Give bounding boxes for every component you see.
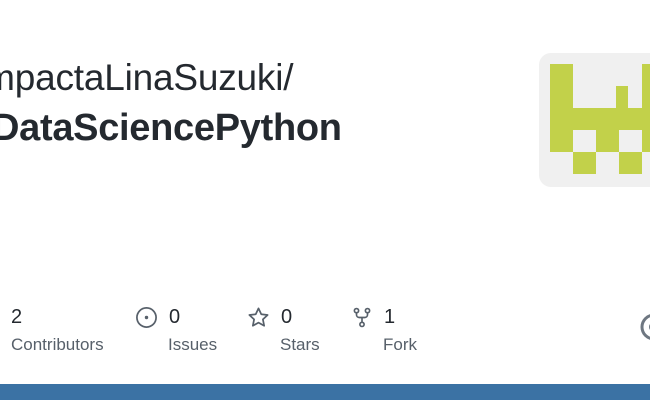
repo-forked-icon xyxy=(353,307,371,327)
stat-contributors[interactable]: 2 Contributors xyxy=(11,300,104,355)
repo-stats: 2 Contributors 0 Issues 0 Stars 1 Fork xyxy=(0,300,650,370)
stars-label: Stars xyxy=(280,335,320,354)
language-bar xyxy=(0,384,650,400)
issue-opened-icon xyxy=(136,306,157,328)
forks-label: Fork xyxy=(383,335,417,354)
forks-count: 1 xyxy=(384,305,396,328)
stat-stars[interactable]: 0 Stars xyxy=(247,300,320,355)
stars-count: 0 xyxy=(281,305,293,328)
identicon-image xyxy=(550,64,650,174)
contributors-label: Contributors xyxy=(11,335,104,354)
stat-forks[interactable]: 1 Fork xyxy=(351,300,417,355)
contributors-count: 2 xyxy=(11,305,23,328)
github-logo-icon xyxy=(640,314,650,340)
repo-name[interactable]: DataSciencePython xyxy=(0,107,342,150)
issues-label: Issues xyxy=(168,335,218,354)
repo-owner[interactable]: ImpactaLinaSuzuki/ xyxy=(0,57,294,99)
star-icon xyxy=(248,307,269,327)
stat-issues[interactable]: 0 Issues xyxy=(135,300,217,355)
repo-social-card: ImpactaLinaSuzuki/ DataSciencePython 2 C… xyxy=(0,0,650,400)
owner-avatar[interactable] xyxy=(539,53,650,187)
issues-count: 0 xyxy=(169,305,181,328)
